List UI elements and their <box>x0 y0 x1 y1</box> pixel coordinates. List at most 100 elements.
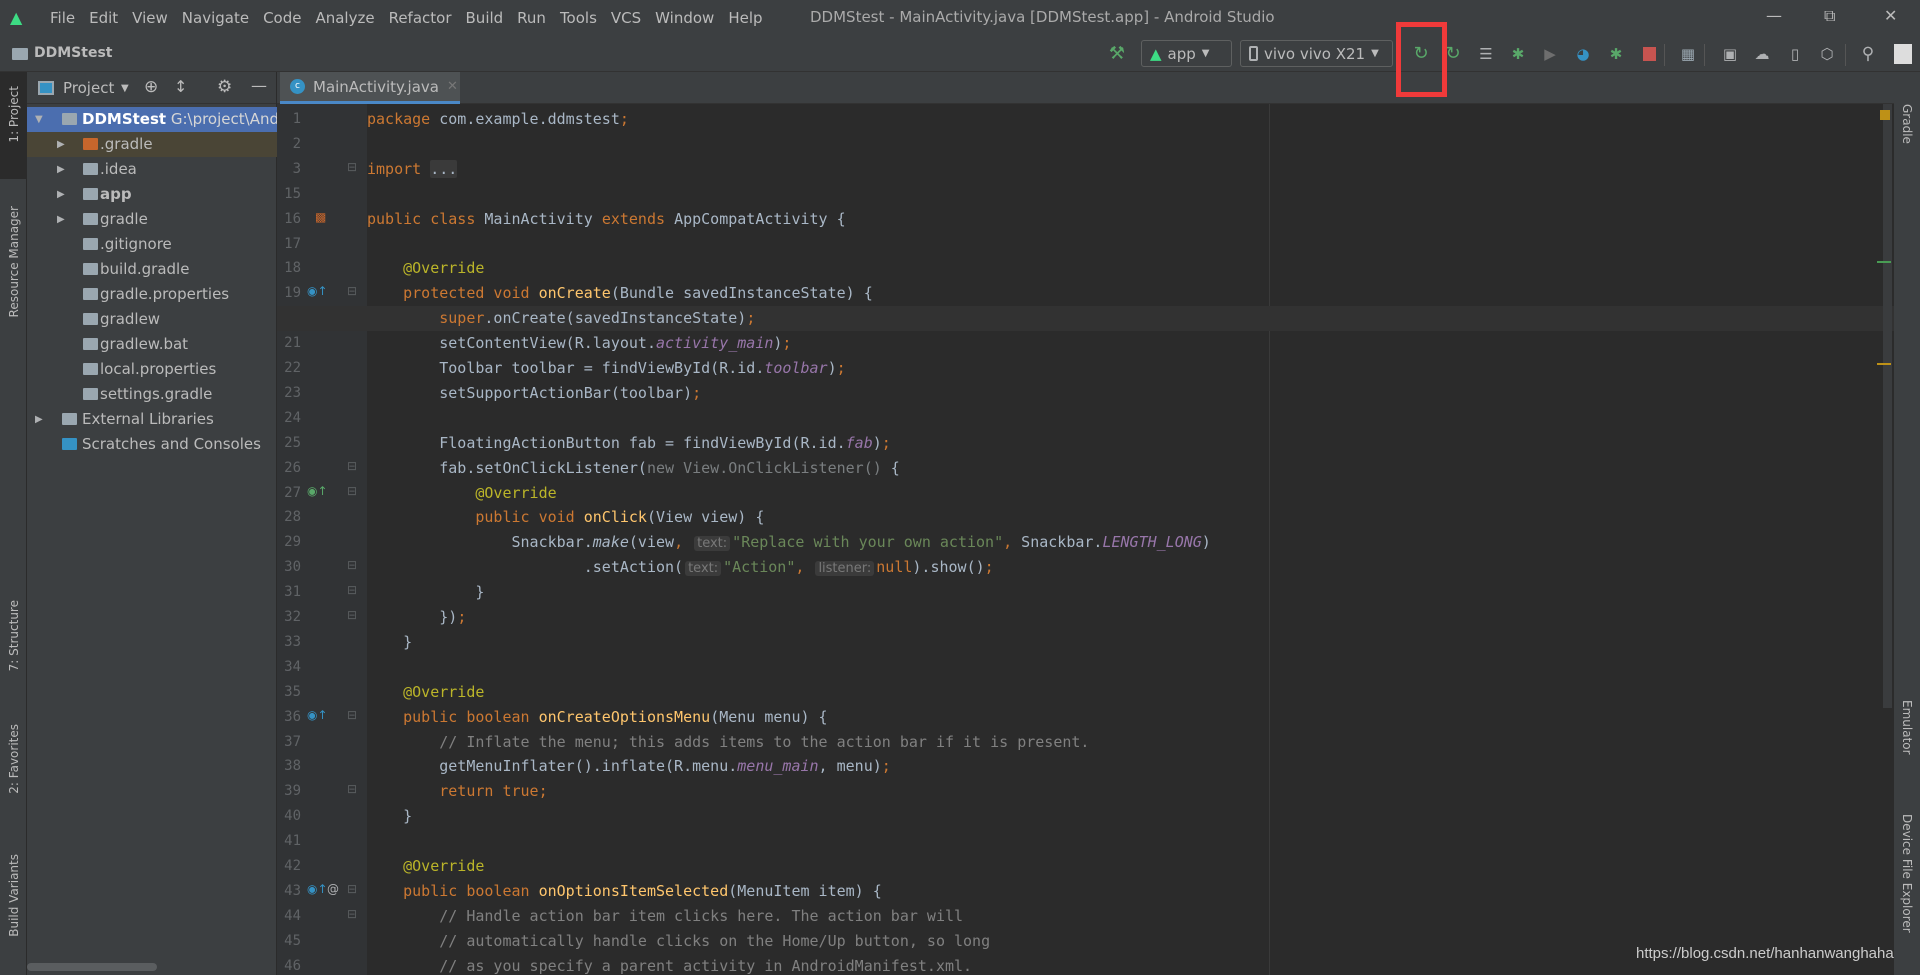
minimize-icon[interactable]: — <box>1766 6 1782 25</box>
tree-item[interactable]: settings.gradle <box>27 382 277 407</box>
fold-marker-icon[interactable]: ⊟ <box>347 484 357 498</box>
avatar-icon[interactable] <box>1894 44 1912 64</box>
tree-item[interactable]: build.gradle <box>27 257 277 282</box>
menu-build[interactable]: Build <box>459 9 511 27</box>
code-line[interactable]: @Override <box>367 256 484 281</box>
fold-marker-icon[interactable]: ⊟ <box>347 459 357 473</box>
menu-tools[interactable]: Tools <box>553 9 604 27</box>
menu-edit[interactable]: Edit <box>82 9 125 27</box>
navigation-project[interactable]: DDMStest <box>34 45 112 61</box>
code-line[interactable]: public class MainActivity extends AppCom… <box>367 207 846 232</box>
avd-manager-icon[interactable]: ▯ <box>1786 45 1804 63</box>
tool-window-structure[interactable]: 7: Structure <box>7 600 21 671</box>
override-method-icon[interactable]: ◉↑ <box>307 882 328 896</box>
code-line[interactable]: fab.setOnClickListener(new View.OnClickL… <box>367 456 900 481</box>
code-line[interactable]: }); <box>367 605 466 630</box>
tree-item[interactable]: Scratches and Consoles <box>27 432 277 457</box>
code-line[interactable]: // Handle action bar item clicks here. T… <box>367 904 963 929</box>
fold-marker-icon[interactable]: ⊟ <box>347 782 357 796</box>
fold-marker-icon[interactable]: ⊟ <box>347 284 357 298</box>
search-icon[interactable]: ⚲ <box>1859 45 1877 63</box>
code-line[interactable]: } <box>367 804 412 829</box>
code-line[interactable]: super.onCreate(savedInstanceState); <box>367 306 755 331</box>
tree-item[interactable]: ▶ gradle <box>27 207 277 232</box>
menu-refactor[interactable]: Refactor <box>382 9 459 27</box>
code-line[interactable]: public void onClick(View view) { <box>367 505 764 530</box>
profile-icon[interactable]: ▶ <box>1541 45 1559 63</box>
tree-item[interactable]: ▶ External Libraries <box>27 407 277 432</box>
code-line[interactable]: import ... <box>367 157 458 182</box>
code-line[interactable]: Toolbar toolbar = findViewById(R.id.tool… <box>367 356 845 381</box>
fold-marker-icon[interactable]: ⊟ <box>347 708 357 722</box>
code-line[interactable]: Snackbar.make(view, text: "Replace with y… <box>367 530 1211 555</box>
code-line[interactable]: protected void onCreate(Bundle savedInst… <box>367 281 873 306</box>
fold-marker-icon[interactable]: ⊟ <box>347 583 357 597</box>
collapsed-arrow-icon[interactable]: ▶ <box>57 157 65 182</box>
code-line[interactable]: .setAction(text: "Action", listener: null)… <box>367 555 994 580</box>
chevron-down-icon[interactable]: ▼ <box>121 83 129 94</box>
menu-window[interactable]: Window <box>648 9 721 27</box>
menu-run[interactable]: Run <box>510 9 553 27</box>
hide-icon[interactable]: — <box>251 76 267 95</box>
tool-window-resource-manager[interactable]: Resource Manager <box>7 206 21 317</box>
collapsed-arrow-icon[interactable]: ▶ <box>57 207 65 232</box>
collapsed-arrow-icon[interactable]: ▶ <box>57 182 65 207</box>
override-method-icon[interactable]: ◉↑ <box>307 284 328 298</box>
close-icon[interactable]: ✕ <box>1884 6 1897 25</box>
android-layout-icon[interactable]: ▩ <box>315 210 326 224</box>
fold-marker-icon[interactable]: ⊟ <box>347 907 357 921</box>
menu-help[interactable]: Help <box>721 9 769 27</box>
code-line[interactable]: public boolean onCreateOptionsMenu(Menu … <box>367 705 827 730</box>
fold-marker-icon[interactable]: ⊟ <box>347 558 357 572</box>
fold-marker-icon[interactable]: ⊟ <box>347 160 357 174</box>
collapsed-arrow-icon[interactable]: ▶ <box>57 132 65 157</box>
tree-item[interactable]: .gitignore <box>27 232 277 257</box>
run-config-select[interactable]: ▲ app ▼ <box>1141 40 1232 67</box>
tree-item[interactable]: gradlew.bat <box>27 332 277 357</box>
tree-item[interactable]: local.properties <box>27 357 277 382</box>
tool-window-project[interactable]: 1: Project <box>7 86 21 143</box>
code-line[interactable]: setContentView(R.layout.activity_main); <box>367 331 791 356</box>
tree-item[interactable]: ▶ app <box>27 182 277 207</box>
stop-icon[interactable] <box>1640 45 1658 63</box>
code-line[interactable]: FloatingActionButton fab = findViewById(… <box>367 431 891 456</box>
layout-inspector-icon[interactable]: ▣ <box>1721 45 1739 63</box>
collapsed-arrow-icon[interactable]: ▶ <box>35 407 43 432</box>
menu-analyze[interactable]: Analyze <box>308 9 381 27</box>
tool-window-favorites[interactable]: 2: Favorites <box>7 724 21 794</box>
gradle-sync-icon[interactable]: ☁ <box>1753 45 1771 63</box>
tab-main-activity[interactable]: c MainActivity.java ✕ <box>280 72 460 104</box>
attach-debugger-icon[interactable]: ☰ <box>1477 45 1495 63</box>
debug-icon[interactable]: ✱ <box>1509 45 1527 63</box>
code-line[interactable]: // automatically handle clicks on the Ho… <box>367 929 990 954</box>
code-line[interactable]: } <box>367 580 484 605</box>
code-line[interactable]: } <box>367 630 412 655</box>
project-structure-icon[interactable]: ▦ <box>1679 45 1697 63</box>
fold-marker-icon[interactable]: ⊟ <box>347 882 357 896</box>
code-line[interactable]: // as you specify a parent activity in A… <box>367 954 972 975</box>
horizontal-scrollbar[interactable] <box>27 963 157 971</box>
project-view-select[interactable]: Project <box>63 79 114 97</box>
device-select[interactable]: vivo vivo X21 ▼ <box>1240 40 1393 67</box>
code-line[interactable]: @Override <box>367 680 484 705</box>
tool-window-device-file-explorer[interactable]: Device File Explorer <box>1900 814 1914 933</box>
vertical-scrollbar[interactable] <box>1883 104 1892 708</box>
locate-icon[interactable]: ⊕ <box>144 77 158 97</box>
annotation-icon[interactable]: @ <box>327 882 339 896</box>
tree-item[interactable]: ▶ .gradle <box>27 132 277 157</box>
override-method-icon[interactable]: ◉↑ <box>307 708 328 722</box>
code-line[interactable]: package com.example.ddmstest; <box>367 107 629 132</box>
collapse-all-icon[interactable]: ↕ <box>174 77 187 96</box>
code-line[interactable]: getMenuInflater().inflate(R.menu.menu_ma… <box>367 754 891 779</box>
restore-icon[interactable]: ⧉ <box>1824 6 1835 26</box>
sdk-manager-icon[interactable]: ⬡ <box>1818 45 1836 63</box>
menu-code[interactable]: Code <box>256 9 308 27</box>
menu-file[interactable]: File <box>43 9 82 27</box>
menu-navigate[interactable]: Navigate <box>175 9 256 27</box>
close-tab-icon[interactable]: ✕ <box>447 79 458 94</box>
code-line[interactable]: // Inflate the menu; this adds items to … <box>367 730 1089 755</box>
tree-item[interactable]: gradlew <box>27 307 277 332</box>
expanded-arrow-icon[interactable]: ▼ <box>35 107 43 132</box>
tree-item[interactable]: gradle.properties <box>27 282 277 307</box>
tree-item[interactable]: ▼ DDMStest G:\project\Andr <box>27 107 277 132</box>
